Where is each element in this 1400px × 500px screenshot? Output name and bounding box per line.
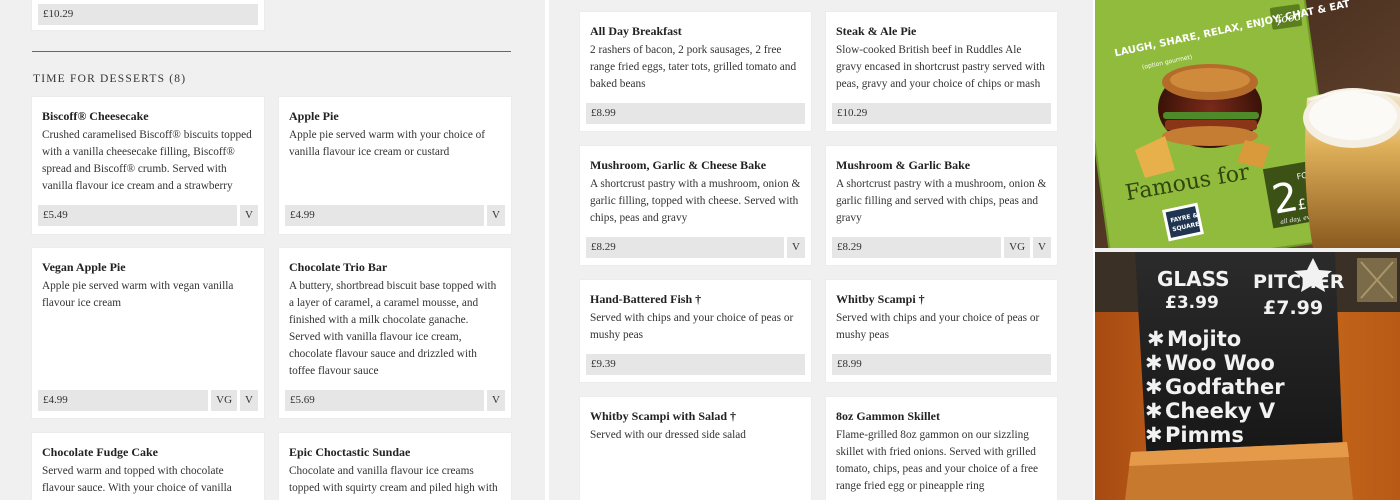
svg-text:✱: ✱ [1145,423,1163,447]
vegetarian-badge: V [1033,237,1051,258]
item-name: All Day Breakfast [590,24,682,38]
glass-label: GLASS [1157,267,1230,291]
menu-item-card[interactable]: Apple Pie Apple pie served warm with you… [279,97,511,234]
item-name: Mushroom & Garlic Bake [836,158,971,172]
item-name: Hand-Battered Fish † [590,292,702,306]
menu-item-card[interactable]: 8oz Gammon Skillet Flame-grilled 8oz gam… [826,397,1057,500]
vegan-badge: VG [211,390,238,411]
item-name: Mushroom, Garlic & Cheese Bake [590,158,767,172]
item-price: £5.69 [285,390,485,411]
item-description: A shortcrust pastry with a mushroom, oni… [836,178,1047,224]
menu-item-card[interactable]: Steak & Ale Pie Slow-cooked British beef… [826,12,1057,131]
item-name: Apple Pie [289,109,339,123]
menu-item-card[interactable]: Chocolate Trio Bar A buttery, shortbread… [279,248,511,418]
drink-item: Woo Woo [1165,351,1275,375]
item-description: Apple pie served warm with your choice o… [289,129,486,158]
item-description: Crushed caramelised Biscoff® biscuits to… [42,129,252,192]
vegetarian-badge: V [240,390,258,411]
bar-taps [1357,258,1397,302]
vegetarian-badge: V [487,390,505,411]
item-name: Chocolate Trio Bar [289,260,388,274]
item-description: Apple pie served warm with vegan vanilla… [42,280,234,309]
vegetarian-badge: V [787,237,805,258]
mains-column: All Day Breakfast 2 rashers of bacon, 2 … [549,0,1093,500]
item-price: £9.39 [586,354,805,375]
item-description: Chocolate and vanilla flavour ice creams… [289,465,498,494]
svg-text:✱: ✱ [1145,375,1163,399]
section-divider [32,51,511,52]
menu-item-card[interactable]: Whitby Scampi with Salad † Served with o… [580,397,811,500]
item-price: £8.29 [832,237,1002,258]
menu-item-card[interactable]: Hand-Battered Fish † Served with chips a… [580,280,811,382]
item-price: £4.99 [285,205,485,226]
item-name: Whitby Scampi with Salad † [590,409,737,423]
drink-item: Pimms [1165,423,1244,447]
menu-item-card[interactable]: Biscoff® Cheesecake Crushed caramelised … [32,97,264,234]
drink-item: Mojito [1167,327,1241,351]
item-name: Chocolate Fudge Cake [42,445,158,459]
menu-item-card[interactable]: Mushroom & Garlic Bake A shortcrust past… [826,146,1057,265]
item-description: Served warm and topped with chocolate fl… [42,465,232,494]
drink-item: Godfather [1165,375,1285,399]
menu-item-card[interactable]: Vegan Apple Pie Apple pie served warm wi… [32,248,264,418]
item-price: £10.29 [38,4,258,25]
glass-price: £3.99 [1165,293,1219,313]
item-price: £8.99 [586,103,805,124]
menu-item-card[interactable]: Chocolate Fudge Cake Served warm and top… [32,433,264,500]
menu-item-card[interactable]: All Day Breakfast 2 rashers of bacon, 2 … [580,12,811,131]
item-description: Served with chips and your choice of pea… [836,312,1040,341]
item-name: Biscoff® Cheesecake [42,109,149,123]
beer-glass [1303,88,1400,248]
desserts-column: £10.29 TIME FOR DESSERTS (8) Biscoff® Ch… [0,0,545,500]
item-description: Flame-grilled 8oz gammon on our sizzling… [836,429,1039,492]
chalkboard-photo: GLASS £3.99 PITCHER £7.99 ✱ Mojito ✱ Woo… [1095,252,1400,500]
item-name: 8oz Gammon Skillet [836,409,940,423]
menu-photo: food LAUGH, SHARE, RELAX, ENJOY, CHAT & … [1095,0,1400,248]
drink-item: Cheeky V [1165,399,1276,423]
vegan-badge: VG [1004,237,1031,258]
item-name: Whitby Scampi † [836,292,925,306]
menu-item-card[interactable]: Whitby Scampi † Served with chips and yo… [826,280,1057,382]
item-price: £10.29 [832,103,1051,124]
item-price: £5.49 [38,205,238,226]
item-price: £8.99 [832,354,1051,375]
svg-text:✱: ✱ [1147,327,1165,351]
item-price: £8.29 [586,237,785,258]
pitcher-price: £7.99 [1263,297,1323,319]
item-price: £4.99 [38,390,209,411]
item-name: Vegan Apple Pie [42,260,126,274]
menu-item-card[interactable]: £10.29 [32,0,264,30]
item-description: Slow-cooked British beef in Ruddles Ale … [836,44,1045,90]
item-name: Epic Choctastic Sundae [289,445,411,459]
item-description: A buttery, shortbread biscuit base toppe… [289,280,497,377]
item-name: Steak & Ale Pie [836,24,917,38]
item-description: Served with our dressed side salad [590,429,746,441]
menu-item-card[interactable]: Epic Choctastic Sundae Chocolate and van… [279,433,511,500]
section-title-desserts: TIME FOR DESSERTS (8) [33,73,187,85]
vegetarian-badge: V [487,205,505,226]
menu-item-card[interactable]: Mushroom, Garlic & Cheese Bake A shortcr… [580,146,811,265]
vegetarian-badge: V [240,205,258,226]
svg-text:✱: ✱ [1145,399,1163,423]
item-description: A shortcrust pastry with a mushroom, oni… [590,178,801,224]
item-description: Served with chips and your choice of pea… [590,312,794,341]
svg-text:✱: ✱ [1145,351,1163,375]
item-description: 2 rashers of bacon, 2 pork sausages, 2 f… [590,44,797,90]
